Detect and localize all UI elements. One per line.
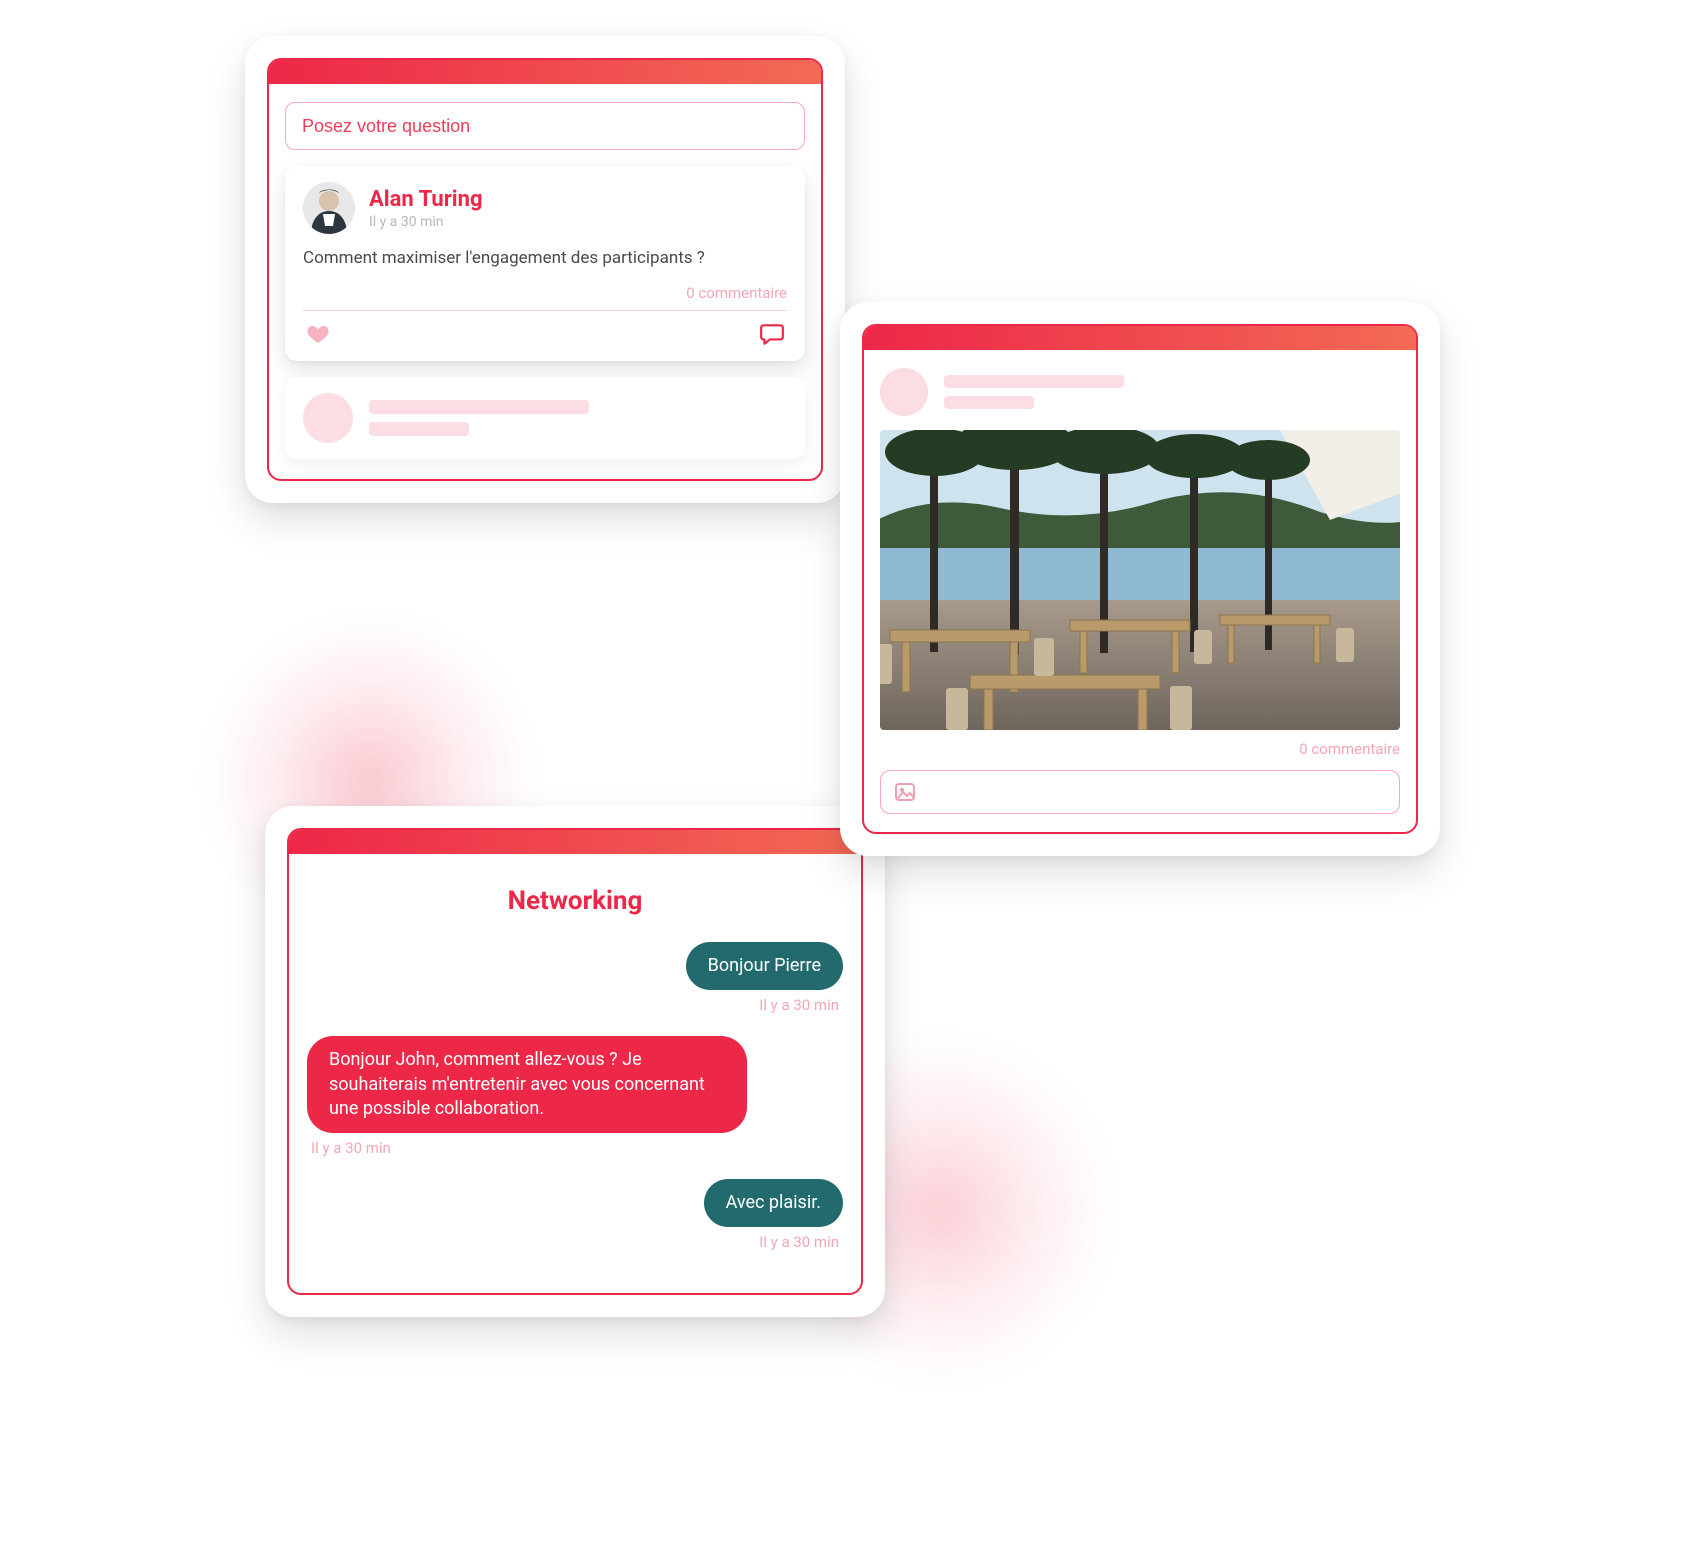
- chat-message: Bonjour John, comment allez-vous ? Je so…: [307, 1036, 843, 1173]
- comment-icon: [759, 321, 785, 347]
- chat-bubble-outgoing: Bonjour John, comment allez-vous ? Je so…: [307, 1036, 747, 1133]
- post-skeleton: [285, 377, 805, 459]
- chat-message: Bonjour Pierre Il y a 30 min: [307, 942, 843, 1030]
- image-icon: [893, 780, 917, 804]
- chat-timestamp: Il y a 30 min: [759, 1233, 839, 1251]
- skeleton-avatar: [880, 368, 928, 416]
- image-post-card: 0 commentaire: [840, 302, 1440, 856]
- question-input[interactable]: [285, 102, 805, 150]
- chat-timestamp: Il y a 30 min: [759, 996, 839, 1014]
- chat-timestamp: Il y a 30 min: [311, 1139, 391, 1157]
- post-timestamp: Il y a 30 min: [369, 214, 483, 230]
- skeleton-line: [944, 396, 1034, 409]
- skeleton-avatar: [303, 393, 353, 443]
- image-post-comment-count: 0 commentaire: [880, 740, 1400, 758]
- post-photo: [880, 430, 1400, 730]
- image-post-header-skeleton: [880, 368, 1400, 416]
- networking-card: Networking Bonjour Pierre Il y a 30 min …: [265, 806, 885, 1317]
- image-compose-input[interactable]: [880, 770, 1400, 814]
- avatar: [303, 182, 355, 234]
- skeleton-line: [944, 375, 1124, 388]
- image-post-panel: 0 commentaire: [862, 324, 1418, 834]
- panel-header-bar: [864, 326, 1416, 350]
- avatar-image: [303, 182, 355, 234]
- qa-card: Alan Turing Il y a 30 min Comment maximi…: [245, 36, 845, 503]
- post-author: Alan Turing: [369, 187, 483, 212]
- heart-icon: [306, 322, 330, 346]
- comment-button[interactable]: [757, 319, 787, 349]
- networking-title: Networking: [307, 886, 843, 916]
- question-post: Alan Turing Il y a 30 min Comment maximi…: [285, 166, 805, 361]
- chat-bubble-incoming: Avec plaisir.: [704, 1179, 843, 1227]
- chat-message: Avec plaisir. Il y a 30 min: [307, 1179, 843, 1267]
- like-button[interactable]: [303, 319, 333, 349]
- chat-bubble-incoming: Bonjour Pierre: [686, 942, 843, 990]
- skeleton-line: [369, 400, 589, 414]
- skeleton-line: [369, 422, 469, 436]
- post-body-text: Comment maximiser l'engagement des parti…: [303, 248, 787, 268]
- panel-header-bar: [289, 830, 861, 854]
- post-comment-count: 0 commentaire: [303, 274, 787, 311]
- panel-header-bar: [269, 60, 821, 84]
- networking-panel: Networking Bonjour Pierre Il y a 30 min …: [287, 828, 863, 1295]
- qa-panel: Alan Turing Il y a 30 min Comment maximi…: [267, 58, 823, 481]
